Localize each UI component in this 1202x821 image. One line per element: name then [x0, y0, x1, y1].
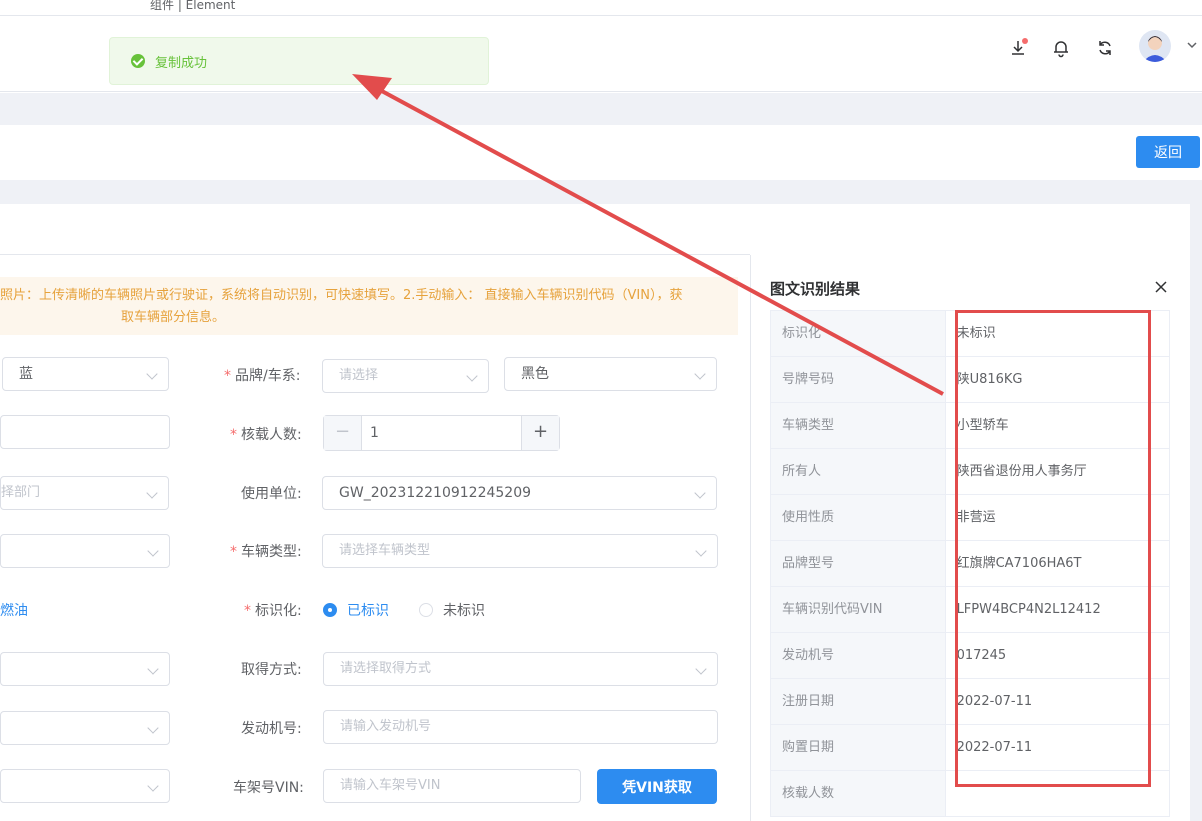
chevron-down-icon — [694, 487, 706, 499]
page-header — [0, 125, 1202, 180]
fuel-type-option[interactable]: 燃油 — [0, 600, 28, 620]
vin-input[interactable]: 请输入车架号VIN — [323, 769, 581, 803]
chevron-down-icon — [147, 722, 159, 734]
select-field[interactable] — [0, 652, 170, 686]
seats-label: * 核载人数: — [230, 427, 302, 443]
success-icon — [131, 54, 145, 68]
chevron-down-icon — [695, 663, 707, 675]
page-gap — [1190, 204, 1202, 821]
back-button[interactable]: 返回 — [1136, 136, 1200, 168]
bell-icon[interactable] — [1051, 38, 1071, 58]
seats-stepper[interactable]: − 1 + — [323, 415, 560, 451]
select-field[interactable] — [0, 534, 170, 568]
chevron-down-icon — [146, 368, 158, 380]
divider — [0, 254, 750, 255]
chevron-down-icon — [147, 780, 159, 792]
color-select[interactable]: 蓝 — [2, 357, 169, 391]
toast-text: 复制成功 — [155, 55, 208, 71]
notice-banner: 照片：上传清晰的车辆照片或行驶证，系统将自动识别，可快速填写。2.手动输入： 直… — [0, 277, 738, 335]
marked-label: * 标识化: — [244, 603, 302, 619]
select-field[interactable] — [0, 769, 170, 803]
toast-message: 复制成功 — [109, 37, 489, 85]
download-icon[interactable] — [1008, 38, 1028, 58]
bookmark-item[interactable]: 组件 | Element — [150, 0, 235, 13]
vin-fetch-button[interactable]: 凭VIN获取 — [597, 769, 717, 804]
minus-icon[interactable]: − — [324, 416, 362, 450]
page-gap — [0, 93, 1202, 125]
unit-label: 使用单位: — [241, 486, 302, 502]
vehicle-type-select[interactable]: 请选择车辆类型 — [322, 534, 718, 568]
seats-value[interactable]: 1 — [370, 416, 379, 450]
text-input[interactable] — [0, 415, 170, 449]
notice-text: 照片：上传清晰的车辆照片或行驶证，系统将自动识别，可快速填写。2.手动输入： 直… — [0, 288, 683, 303]
panel-title: 图文识别结果 — [770, 280, 861, 298]
radio-marked-yes[interactable]: 已标识 — [323, 600, 389, 620]
chevron-down-icon — [147, 663, 159, 675]
notice-text: 取车辆部分信息。 — [121, 310, 226, 325]
engine-label: 发动机号: — [241, 721, 302, 737]
vehicle-type-label: * 车辆类型: — [230, 544, 302, 560]
department-select[interactable]: 择部门 — [0, 476, 169, 510]
acquire-label: 取得方式: — [241, 662, 302, 678]
chevron-down-icon[interactable] — [1185, 38, 1199, 52]
top-header: 复制成功 — [0, 16, 1202, 92]
page-gap — [0, 180, 1202, 204]
chevron-down-icon — [147, 545, 159, 557]
body-color-select[interactable]: 黑色 — [504, 357, 717, 391]
unit-select[interactable]: GW_202312210912245209 — [322, 476, 717, 510]
bookmarks-bar: 组件 | Element — [0, 0, 1202, 16]
chevron-down-icon — [466, 370, 478, 382]
brand-select[interactable]: 请选择 — [322, 359, 489, 393]
chevron-down-icon — [146, 487, 158, 499]
user-avatar[interactable] — [1139, 30, 1171, 62]
chevron-down-icon — [695, 545, 707, 557]
annotation-highlight-box — [955, 310, 1151, 787]
brand-label: * 品牌/车系: — [224, 368, 301, 384]
select-field[interactable] — [0, 711, 170, 745]
refresh-icon[interactable] — [1095, 38, 1115, 58]
radio-marked-no[interactable]: 未标识 — [419, 600, 485, 620]
plus-icon[interactable]: + — [521, 416, 559, 450]
engine-input[interactable]: 请输入发动机号 — [323, 710, 718, 744]
vin-label: 车架号VIN: — [233, 780, 304, 796]
chevron-down-icon — [694, 368, 706, 380]
acquire-select[interactable]: 请选择取得方式 — [323, 652, 718, 686]
close-icon[interactable] — [1153, 279, 1169, 295]
